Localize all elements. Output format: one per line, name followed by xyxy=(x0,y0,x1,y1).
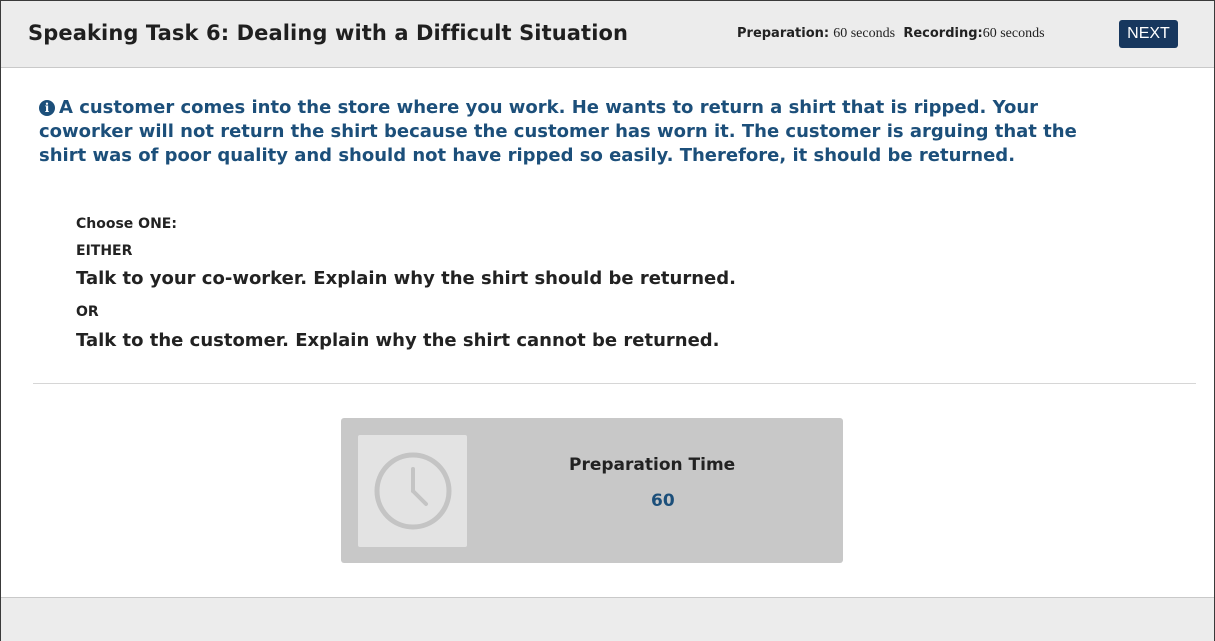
header-bar: Speaking Task 6: Dealing with a Difficul… xyxy=(1,1,1214,68)
recording-value: 60 seconds xyxy=(982,26,1045,41)
preparation-label: Preparation: xyxy=(737,26,830,41)
next-button[interactable]: NEXT xyxy=(1119,20,1178,48)
either-label: EITHER xyxy=(76,243,133,259)
option-customer: Talk to the customer. Explain why the sh… xyxy=(76,330,720,351)
clock-icon-box xyxy=(358,435,467,547)
info-icon: i xyxy=(39,100,55,116)
choose-label: Choose ONE: xyxy=(76,216,177,232)
recording-label: Recording: xyxy=(903,26,983,41)
task-prompt: iA customer comes into the store where y… xyxy=(39,96,1119,168)
preparation-timer: Preparation Time 60 xyxy=(341,418,843,563)
or-label: OR xyxy=(76,304,99,320)
section-divider xyxy=(33,383,1196,384)
timing-info: Preparation: 60 seconds Recording:60 sec… xyxy=(737,26,1045,42)
footer-bar xyxy=(1,597,1214,641)
option-coworker: Talk to your co-worker. Explain why the … xyxy=(76,268,736,289)
page-title: Speaking Task 6: Dealing with a Difficul… xyxy=(28,21,629,45)
preparation-value: 60 seconds xyxy=(833,26,896,41)
clock-icon xyxy=(374,452,451,530)
prompt-text: A customer comes into the store where yo… xyxy=(39,97,1077,166)
timer-label: Preparation Time xyxy=(569,455,736,475)
task-window: Speaking Task 6: Dealing with a Difficul… xyxy=(0,0,1215,641)
timer-value: 60 xyxy=(651,491,675,511)
